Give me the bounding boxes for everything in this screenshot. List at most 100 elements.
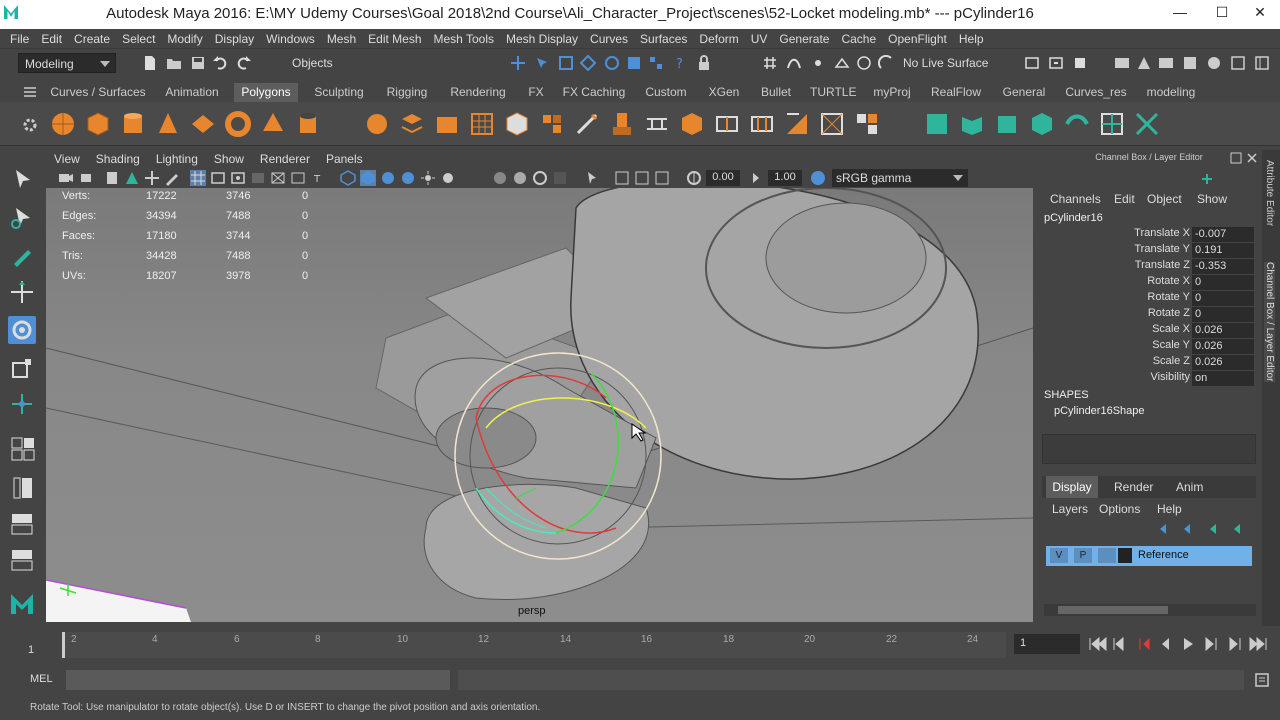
menu-file[interactable]: File [4, 32, 35, 46]
menuset-dropdown[interactable]: Modeling [18, 53, 116, 73]
panel-menu-lighting[interactable]: Lighting [148, 152, 206, 166]
auto-map-icon[interactable] [1064, 111, 1090, 137]
select-face-icon[interactable] [626, 55, 642, 71]
poly-plane-icon[interactable] [190, 111, 216, 137]
poly-sphere-icon[interactable] [50, 111, 76, 137]
select-component-icon[interactable] [558, 55, 574, 71]
menu-mesh-tools[interactable]: Mesh Tools [428, 32, 500, 46]
merge-icon[interactable] [854, 111, 880, 137]
image-plane-icon[interactable] [124, 170, 140, 186]
save-scene-icon[interactable] [190, 55, 206, 71]
new-layer-selected-icon[interactable] [1234, 524, 1240, 534]
new-layer-icon[interactable] [1210, 524, 1216, 534]
layer-row-reference[interactable]: V P Reference [1046, 546, 1252, 566]
select-edge-icon[interactable] [604, 55, 620, 71]
attr-row-rotate-z[interactable]: Rotate Z0 [1036, 307, 1262, 323]
shelf-tab-bullet[interactable]: Bullet [756, 83, 796, 102]
minimize-button[interactable]: — [1160, 2, 1200, 24]
panel-menu-renderer[interactable]: Renderer [252, 152, 318, 166]
isolate-select-icon[interactable] [584, 170, 600, 186]
shelf-tab-curves-res[interactable]: Curves_res [1062, 83, 1130, 102]
selection-mode-dropdown[interactable]: Objects [286, 53, 380, 73]
xray-icon[interactable] [614, 170, 630, 186]
move-tool-icon[interactable] [8, 278, 36, 306]
shelf-tab-realflow[interactable]: RealFlow [926, 83, 986, 102]
cylindrical-map-icon[interactable] [994, 111, 1020, 137]
render-frame-icon[interactable] [1136, 55, 1152, 71]
attr-row-rotate-y[interactable]: Rotate Y0 [1036, 291, 1262, 307]
layer-visible-toggle[interactable]: V [1050, 548, 1068, 563]
maximize-button[interactable]: ☐ [1202, 2, 1242, 24]
menu-deform[interactable]: Deform [693, 32, 744, 46]
extrude-icon[interactable] [609, 111, 635, 137]
poly-cylinder-icon[interactable] [120, 111, 146, 137]
poly-torus-icon[interactable] [225, 111, 251, 137]
shelf-tab-general[interactable]: General [998, 83, 1050, 102]
paint-select-tool-icon[interactable] [8, 242, 36, 270]
extract-icon[interactable] [434, 111, 460, 137]
grease-pencil-icon[interactable] [164, 170, 180, 186]
attr-value[interactable]: 0.026 [1192, 339, 1254, 354]
attr-value[interactable]: -0.007 [1192, 227, 1254, 242]
collapse-icon[interactable] [819, 111, 845, 137]
shelf-tab-custom[interactable]: Custom [640, 83, 692, 102]
render-view-icon[interactable] [1114, 55, 1130, 71]
ipr-render-icon[interactable] [1158, 55, 1174, 71]
menu-windows[interactable]: Windows [260, 32, 321, 46]
play-forward-icon[interactable] [1184, 638, 1193, 650]
color-management-icon[interactable] [810, 170, 826, 186]
menu-mesh[interactable]: Mesh [321, 32, 362, 46]
key-icon[interactable] [1200, 172, 1214, 186]
poly-cube-icon[interactable] [85, 111, 111, 137]
layer-help-menu[interactable]: Help [1157, 502, 1182, 516]
attr-value[interactable]: 0.026 [1192, 323, 1254, 338]
ambient-occlusion-icon[interactable] [492, 170, 508, 186]
select-uv-icon[interactable] [648, 55, 664, 71]
shelf-tab-rigging[interactable]: Rigging [380, 83, 434, 102]
smooth-icon[interactable] [469, 111, 495, 137]
attr-row-visibility[interactable]: Visibility on [1036, 371, 1262, 387]
camera-attrs-icon[interactable] [80, 170, 96, 186]
attr-row-translate-x[interactable]: Translate X -0.007 [1036, 227, 1262, 243]
poly-cone-icon[interactable] [155, 111, 181, 137]
grid-toggle-icon[interactable] [190, 170, 206, 186]
anti-aliasing-icon[interactable] [532, 170, 548, 186]
shelf-tab-xgen[interactable]: XGen [702, 83, 746, 102]
attr-value[interactable]: 0.026 [1192, 355, 1254, 370]
float-panel-icon[interactable] [1230, 152, 1242, 164]
channels-menu[interactable]: Channels [1050, 192, 1101, 206]
safe-action-icon[interactable] [290, 170, 306, 186]
textured-icon[interactable] [400, 170, 416, 186]
layer-name[interactable]: Reference [1138, 549, 1189, 561]
step-forward-key-icon[interactable] [1205, 636, 1217, 652]
menu-display[interactable]: Display [209, 32, 260, 46]
wireframe-on-shaded-icon[interactable] [380, 170, 396, 186]
graph-layout-icon[interactable] [8, 510, 36, 538]
menu-edit-mesh[interactable]: Edit Mesh [362, 32, 427, 46]
shape-name[interactable]: pCylinder16Shape [1054, 405, 1145, 417]
scale-tool-icon[interactable] [8, 354, 36, 382]
gate-mask-icon[interactable] [250, 170, 266, 186]
close-panel-icon[interactable] [1246, 152, 1258, 164]
layers-menu[interactable]: Layers [1052, 502, 1088, 516]
snap-live-icon[interactable] [856, 55, 872, 71]
menu-select[interactable]: Select [116, 32, 161, 46]
attr-row-scale-y[interactable]: Scale Y 0.026 [1036, 339, 1262, 355]
layer-scrollbar[interactable] [1044, 604, 1256, 616]
step-back-frame-icon[interactable] [1139, 637, 1150, 651]
poly-prism-icon[interactable] [260, 111, 286, 137]
attr-row-scale-z[interactable]: Scale Z 0.026 [1036, 355, 1262, 371]
view-transform-dropdown[interactable]: sRGB gamma [832, 169, 968, 187]
gamma-icon[interactable] [748, 170, 764, 186]
poly-pipe-icon[interactable] [295, 111, 321, 137]
combine-icon[interactable] [364, 111, 390, 137]
attr-row-rotate-x[interactable]: Rotate X0 [1036, 275, 1262, 291]
shelf-tab-fx[interactable]: FX [522, 83, 550, 102]
tab-anim[interactable]: Anim [1176, 480, 1203, 494]
mirror-icon[interactable] [504, 111, 530, 137]
select-misc-icon[interactable]: ? [672, 55, 688, 71]
film-gate-icon[interactable] [210, 170, 226, 186]
attr-value[interactable]: -0.353 [1192, 259, 1254, 274]
open-scene-icon[interactable] [166, 55, 182, 71]
snap-curve-icon[interactable] [786, 55, 802, 71]
